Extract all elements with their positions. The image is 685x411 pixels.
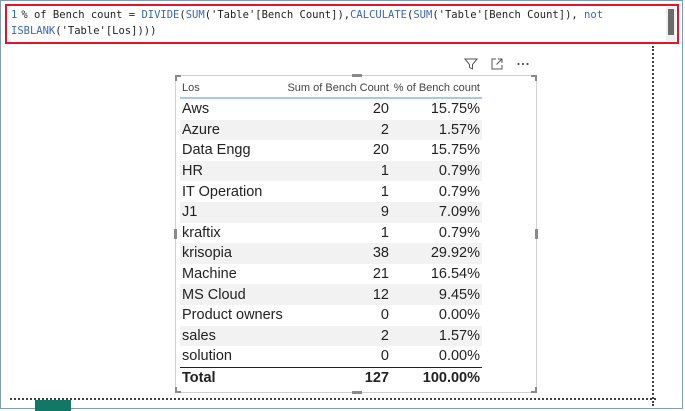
focus-mode-icon[interactable] <box>488 55 506 73</box>
cell-los: HR <box>180 160 285 182</box>
fn-sum-2: SUM <box>413 9 433 21</box>
data-table: Los Sum of Bench Count % of Bench count … <box>180 78 482 388</box>
table-row: Aws 20 15.75% <box>180 98 482 120</box>
cell-bench-count: 0 <box>380 348 389 365</box>
measure-name: % of Bench count <box>21 9 123 21</box>
cell-bench-count: 1 <box>380 224 389 241</box>
arg-bench-count: 'Table'[Bench Count] <box>211 9 338 21</box>
resize-handle-left[interactable] <box>174 229 177 239</box>
cell-bench-count: 20 <box>372 142 389 159</box>
closing-parens: ))) <box>137 24 157 37</box>
cell-pct: 29.92% <box>390 243 482 264</box>
cell-los: sales <box>180 325 285 347</box>
cell-los: Azure <box>180 119 285 141</box>
table-visual[interactable]: Los Sum of Bench Count % of Bench count … <box>174 74 538 394</box>
kw-not: not <box>584 9 604 21</box>
dax-formula[interactable]: 1% of Bench count = DIVIDE(SUM('Table'[B… <box>11 8 651 39</box>
fn-isblank: ISBLANK <box>11 24 56 37</box>
resize-handle[interactable] <box>535 387 537 393</box>
table-row: Azure 2 1.57% <box>180 119 482 141</box>
cell-pct: 15.75% <box>430 142 480 159</box>
resize-handle[interactable] <box>175 387 177 393</box>
table-row: solution 0 0.00% <box>180 346 482 367</box>
arg-bench-count-2: 'Table'[Bench Count] <box>438 9 566 21</box>
cell-bench-count: 2 <box>284 119 391 141</box>
cell-bench-count: 1 <box>284 160 391 182</box>
table-row: J1 9 7.09% <box>180 201 482 223</box>
cell-pct: 7.09% <box>390 201 482 223</box>
cell-pct: 0.00% <box>438 307 480 324</box>
cell-los: krisopia <box>180 243 285 264</box>
table-row: sales 2 1.57% <box>180 325 482 347</box>
table-header-row: Los Sum of Bench Count % of Bench count <box>180 78 482 99</box>
cell-bench-count: 1 <box>380 183 389 200</box>
cell-los: Machine <box>182 266 237 283</box>
resize-handle-top[interactable] <box>352 74 362 77</box>
cell-pct: 15.75% <box>430 101 480 118</box>
table-row: Product owners 0 0.00% <box>180 305 482 326</box>
table-row: HR 1 0.79% <box>180 160 482 182</box>
table-row: kraftix 1 0.79% <box>180 223 482 244</box>
cell-pct: 0.79% <box>438 224 480 241</box>
cell-bench-count: 9 <box>284 201 391 223</box>
total-bench-count: 127 <box>284 366 391 388</box>
scrollbar-thumb[interactable] <box>668 9 674 35</box>
cell-pct: 1.57% <box>390 119 482 141</box>
page-tab[interactable] <box>35 400 71 411</box>
cell-pct: 9.45% <box>390 284 482 305</box>
cell-pct: 0.00% <box>438 348 480 365</box>
cell-pct: 16.54% <box>430 266 480 283</box>
canvas-border-right <box>652 46 658 406</box>
cell-los: kraftix <box>182 224 221 241</box>
equals-sign: = <box>122 9 142 21</box>
cell-bench-count: 0 <box>380 307 389 324</box>
cell-bench-count: 38 <box>284 243 391 264</box>
resize-handle[interactable] <box>535 75 537 81</box>
cell-los: Product owners <box>182 307 283 324</box>
fn-sum: SUM <box>185 9 205 21</box>
column-header-pct-of-bench-count[interactable]: % of Bench count <box>390 78 482 99</box>
table-row: Data Engg 20 15.75% <box>180 140 482 161</box>
formula-scrollbar[interactable] <box>666 7 676 41</box>
visual-header <box>462 55 542 73</box>
total-label: Total <box>180 366 285 388</box>
cell-pct: 0.79% <box>438 183 480 200</box>
line-number: 1 <box>11 9 18 21</box>
resize-handle-bottom[interactable] <box>352 391 362 394</box>
cell-los: solution <box>182 348 232 365</box>
cell-bench-count: 20 <box>372 101 389 118</box>
cell-bench-count: 21 <box>372 266 389 283</box>
canvas-border-bottom <box>10 398 656 400</box>
more-options-icon[interactable] <box>514 55 532 73</box>
filter-icon[interactable] <box>462 55 480 73</box>
cell-pct: 1.57% <box>390 325 482 347</box>
table-row: IT Operation 1 0.79% <box>180 181 482 202</box>
cell-los: IT Operation <box>182 183 263 200</box>
cell-los: Data Engg <box>182 142 251 159</box>
table-row: krisopia 38 29.92% <box>180 243 482 264</box>
cell-los: MS Cloud <box>180 284 285 305</box>
cell-los: J1 <box>180 201 285 223</box>
table-row: MS Cloud 12 9.45% <box>180 284 482 305</box>
total-pct: 100.00% <box>390 366 482 388</box>
cell-los: Aws <box>182 101 210 118</box>
cell-bench-count: 2 <box>284 325 391 347</box>
formula-bar[interactable]: 1% of Bench count = DIVIDE(SUM('Table'[B… <box>5 4 679 44</box>
fn-divide: DIVIDE <box>141 9 180 21</box>
column-header-los[interactable]: Los <box>180 78 285 99</box>
cell-bench-count: 12 <box>284 284 391 305</box>
table-total-row: Total 127 100.00% <box>180 366 482 388</box>
fn-calculate: CALCULATE <box>350 9 408 21</box>
table-row: Machine 21 16.54% <box>180 264 482 285</box>
resize-handle-right[interactable] <box>535 229 538 239</box>
cell-pct: 0.79% <box>390 160 482 182</box>
resize-handle[interactable] <box>175 75 177 81</box>
column-header-sum-of-bench-count[interactable]: Sum of Bench Count <box>284 78 391 99</box>
arg-los: 'Table'[Los] <box>61 24 138 37</box>
